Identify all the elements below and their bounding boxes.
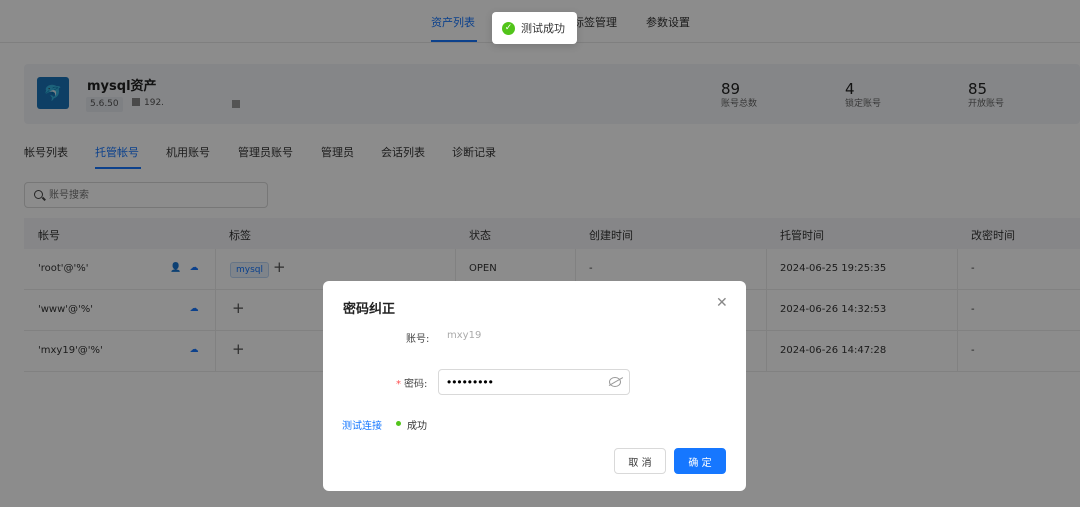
password-label-group: * 密码: (396, 375, 427, 390)
success-toast: ✓ 测试成功 (492, 12, 577, 44)
password-field (438, 369, 630, 395)
account-label: 账号: (406, 334, 430, 345)
password-correction-dialog: 密码纠正 ✕ 账号: mxy19 *密码: 测试连接 成功 取 消 确 定 (323, 281, 746, 491)
check-circle-icon: ✓ (502, 21, 515, 35)
success-dot-icon (396, 421, 401, 426)
close-icon[interactable]: ✕ (716, 295, 728, 311)
account-value: mxy19 (447, 330, 482, 341)
cancel-button[interactable]: 取 消 (614, 448, 666, 474)
password-input[interactable] (447, 374, 607, 390)
password-label: 密码: (404, 379, 428, 390)
confirm-button[interactable]: 确 定 (674, 448, 726, 474)
dialog-title: 密码纠正 (343, 302, 396, 317)
test-result: 成功 (407, 421, 427, 432)
test-connection-link[interactable]: 测试连接 (342, 417, 382, 432)
required-mark: * (396, 379, 401, 390)
toast-message: 测试成功 (521, 22, 565, 35)
eye-off-icon[interactable] (609, 377, 621, 387)
